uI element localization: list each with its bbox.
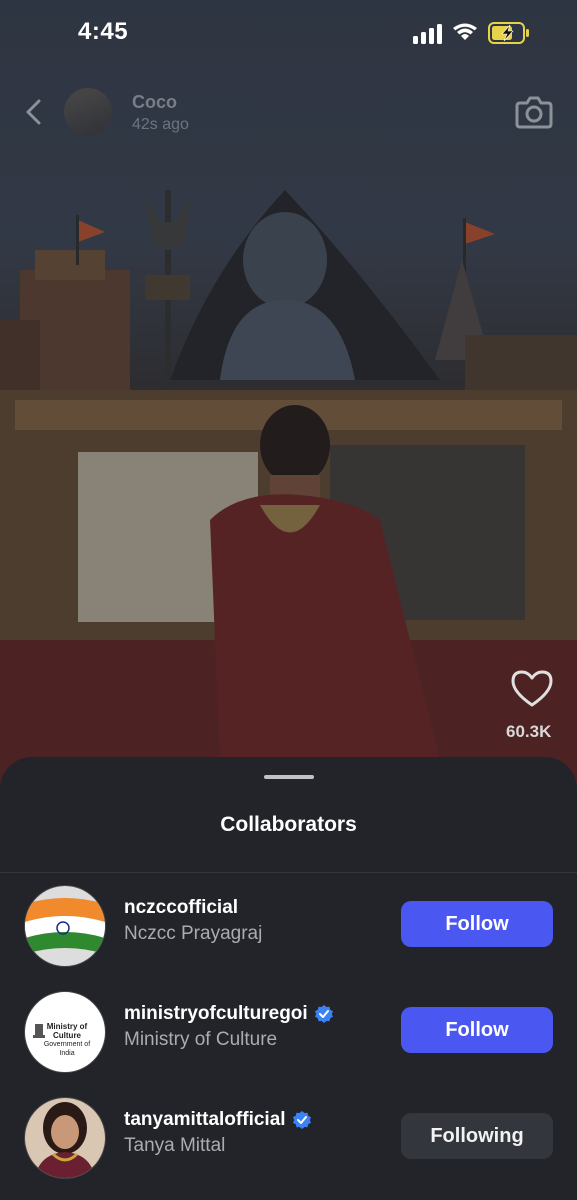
- verified-badge-icon: [292, 1110, 311, 1129]
- avatar[interactable]: Ministry of Culture Government of India: [24, 991, 106, 1073]
- following-button[interactable]: Following: [401, 1113, 553, 1159]
- collaborator-row[interactable]: Ministry of Culture Government of India …: [0, 991, 577, 1081]
- post-header: Coco 42s ago: [0, 80, 577, 140]
- camera-icon[interactable]: [514, 94, 554, 130]
- follow-button[interactable]: Follow: [401, 1007, 553, 1053]
- wifi-icon: [453, 23, 477, 40]
- avatar[interactable]: [24, 1097, 106, 1179]
- sheet-drag-handle[interactable]: [264, 775, 314, 779]
- collaborator-handle[interactable]: nczccofficial: [124, 897, 238, 919]
- verified-badge-icon: [314, 1004, 333, 1023]
- collaborator-name: Nczcc Prayagraj: [124, 923, 263, 944]
- post-time-ago: 42s ago: [132, 116, 189, 133]
- status-bar: 4:45: [0, 0, 577, 64]
- follow-button[interactable]: Follow: [401, 901, 553, 947]
- poster-avatar[interactable]: [64, 88, 112, 136]
- heart-icon[interactable]: [510, 668, 554, 708]
- profile-photo: [25, 1098, 105, 1178]
- back-arrow-icon[interactable]: [22, 98, 44, 126]
- collaborator-row[interactable]: nczccofficial Nczcc Prayagraj Follow: [0, 885, 577, 975]
- avatar[interactable]: [24, 885, 106, 967]
- battery-icon: [488, 22, 529, 44]
- collaborator-name: Ministry of Culture: [124, 1029, 278, 1050]
- indian-flag-icon: [25, 886, 105, 966]
- collaborator-row[interactable]: tanyamittalofficial Tanya Mittal Followi…: [0, 1097, 577, 1187]
- collaborator-name: Tanya Mittal: [124, 1135, 226, 1156]
- divider: [0, 872, 577, 873]
- signal-icon: [413, 24, 442, 44]
- sheet-title: Collaborators: [220, 813, 357, 836]
- collaborator-handle[interactable]: tanyamittalofficial: [124, 1109, 312, 1131]
- poster-username[interactable]: Coco: [132, 92, 177, 113]
- collaborators-sheet: Collaborators nczccofficial Nczcc Prayag…: [0, 757, 577, 1200]
- like-count: 60.3K: [506, 722, 552, 741]
- ministry-logo: Ministry of Culture Government of India: [43, 1022, 91, 1057]
- collaborator-handle[interactable]: ministryofculturegoi: [124, 1003, 334, 1025]
- status-time: 4:45: [78, 18, 129, 45]
